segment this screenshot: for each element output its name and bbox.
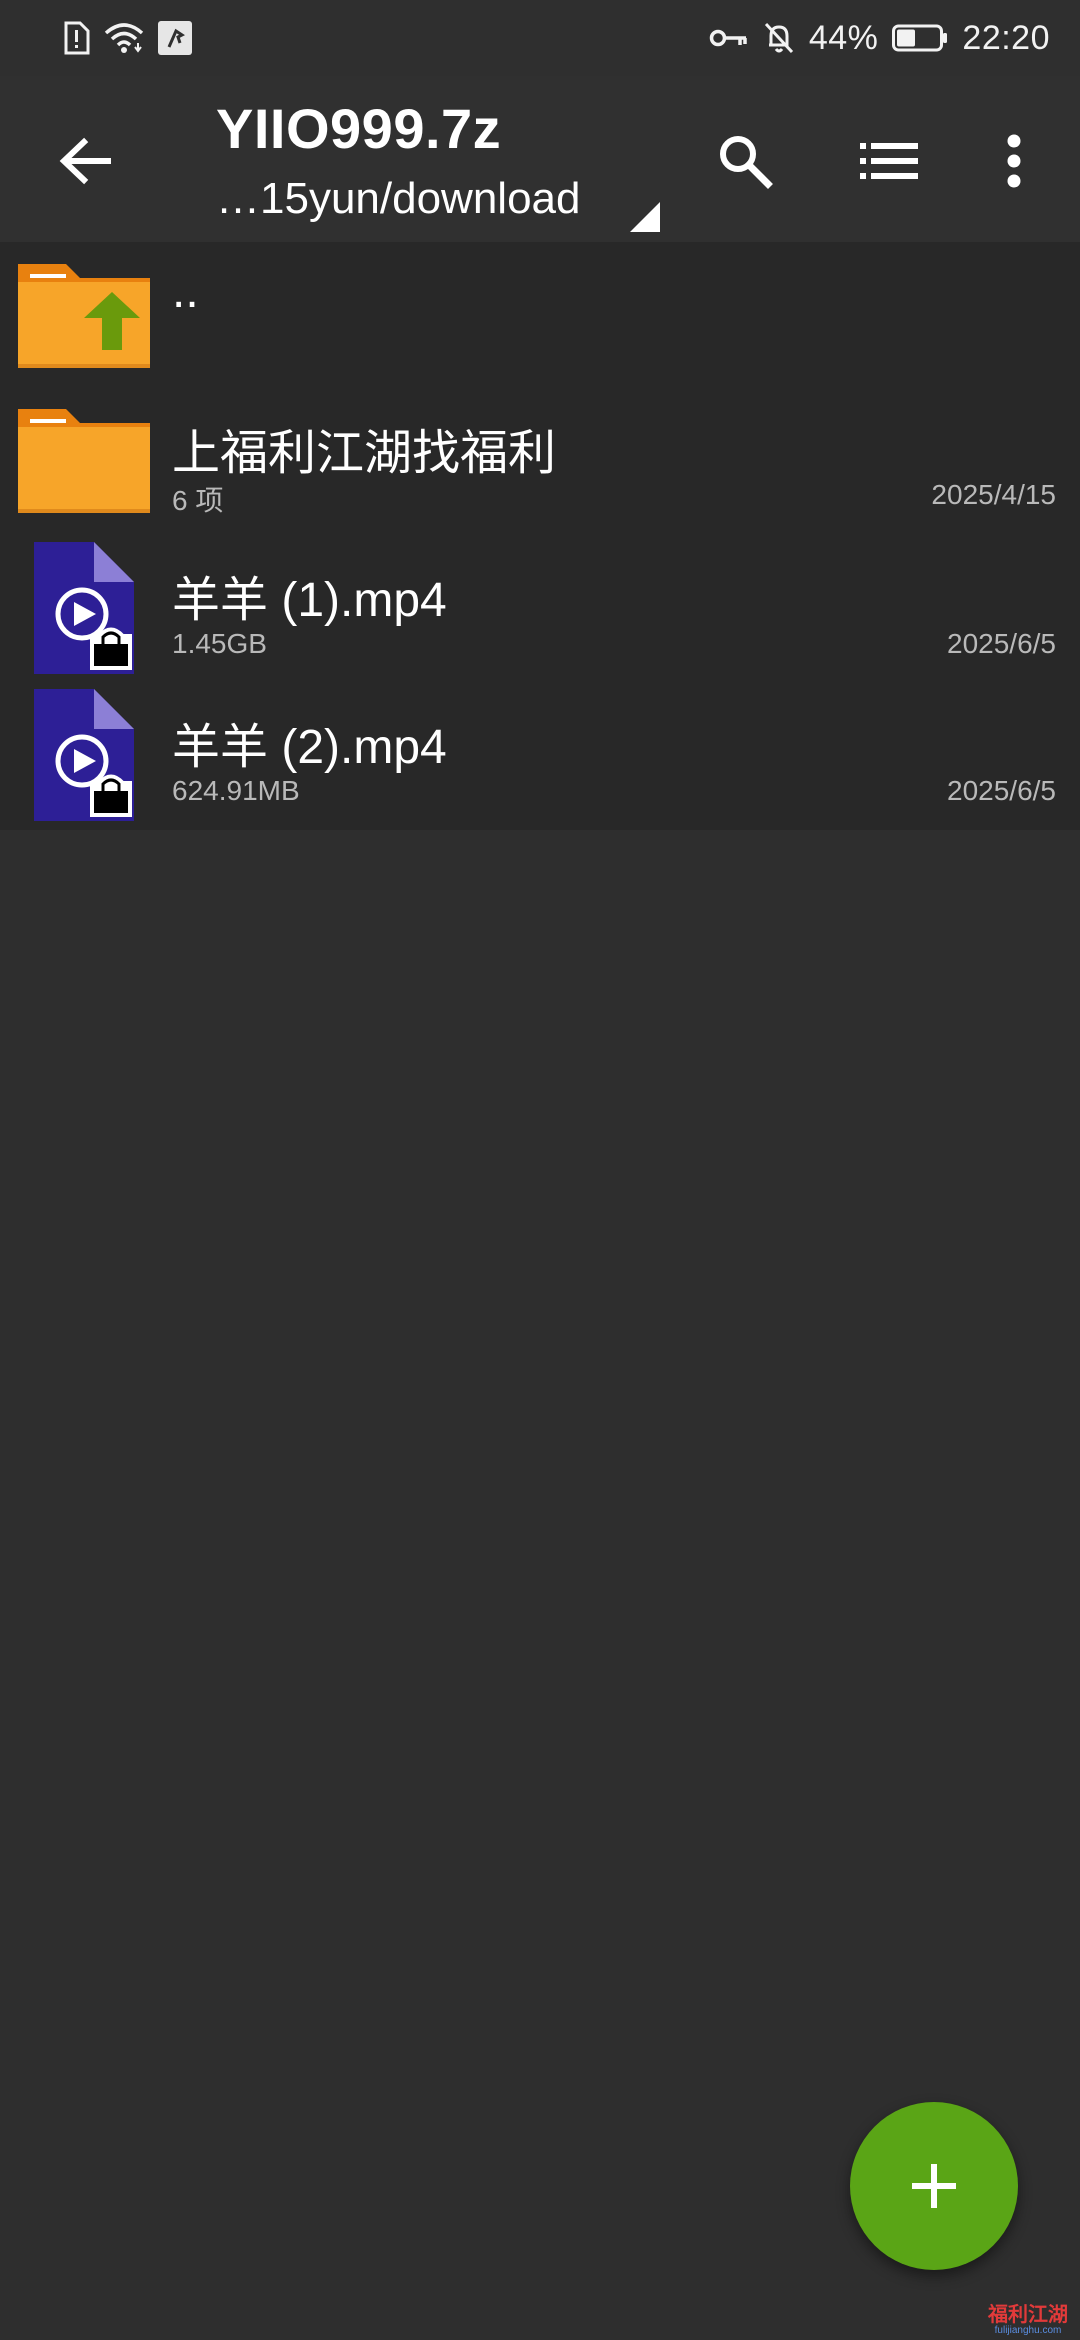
file-date: 2025/6/5 — [947, 775, 1056, 806]
sim-alert-icon — [62, 21, 90, 55]
wifi-icon — [104, 21, 144, 55]
locked-video-file-icon — [30, 540, 142, 681]
list-view-button[interactable] — [856, 128, 922, 194]
archive-title: YIIO999.7z — [216, 97, 502, 160]
plus-icon — [912, 2164, 956, 2208]
list-item-video[interactable]: 羊羊 (1).mp4 1.45GB 2025/6/5 — [0, 536, 1080, 683]
list-view-icon — [860, 143, 918, 179]
watermark-logo: 福利江湖 fulijianghu.com — [982, 2304, 1074, 2336]
more-options-button[interactable] — [984, 128, 1044, 194]
bell-off-icon — [763, 21, 795, 55]
file-date: 2025/6/5 — [947, 628, 1056, 659]
file-name: 羊羊 (2).mp4 — [172, 721, 447, 774]
status-bar-left — [62, 18, 192, 58]
back-arrow-icon — [59, 137, 111, 185]
path-dropdown-button[interactable] — [628, 200, 662, 234]
vpn-key-icon — [709, 26, 749, 50]
dropdown-triangle-icon — [630, 202, 660, 232]
add-fab-button[interactable] — [850, 2102, 1018, 2270]
status-bar-right: 44% 22:20 — [709, 14, 1050, 62]
file-list: .. 上福利江湖找福利 6 项 2025/4/15 羊羊 (1).mp4 1.4… — [0, 242, 1080, 830]
list-item-folder[interactable]: 上福利江湖找福利 6 项 2025/4/15 — [0, 389, 1080, 536]
status-bar: 44% 22:20 — [0, 0, 1080, 76]
screen: 44% 22:20 YIIO999.7z …15yun/download .. … — [0, 0, 1080, 2340]
file-meta: 6 项 — [172, 485, 224, 516]
folder-icon — [16, 405, 152, 522]
clock: 22:20 — [962, 18, 1050, 57]
file-size: 1.45GB — [172, 628, 267, 659]
list-item-video[interactable]: 羊羊 (2).mp4 624.91MB 2025/6/5 — [0, 683, 1080, 830]
watermark-text: 福利江湖 — [988, 2304, 1068, 2326]
file-name: .. — [172, 265, 199, 318]
file-size: 624.91MB — [172, 775, 300, 806]
back-button[interactable] — [50, 126, 120, 196]
list-item-parent-folder[interactable]: .. — [0, 242, 1080, 389]
search-button[interactable] — [712, 128, 778, 194]
more-vert-icon — [1007, 134, 1021, 188]
file-name: 羊羊 (1).mp4 — [172, 574, 447, 627]
file-name: 上福利江湖找福利 — [172, 427, 557, 480]
watermark-url: fulijianghu.com — [994, 2325, 1062, 2336]
app-toolbar: YIIO999.7z …15yun/download — [0, 76, 1080, 242]
app-notification-icon — [158, 21, 192, 55]
search-icon — [720, 136, 773, 189]
folder-up-icon — [16, 260, 152, 377]
path-subtitle[interactable]: …15yun/download — [216, 174, 580, 224]
battery-percent: 44% — [808, 18, 879, 57]
locked-video-file-icon — [30, 687, 142, 828]
file-date: 2025/4/15 — [931, 479, 1056, 510]
battery-icon — [892, 24, 948, 52]
